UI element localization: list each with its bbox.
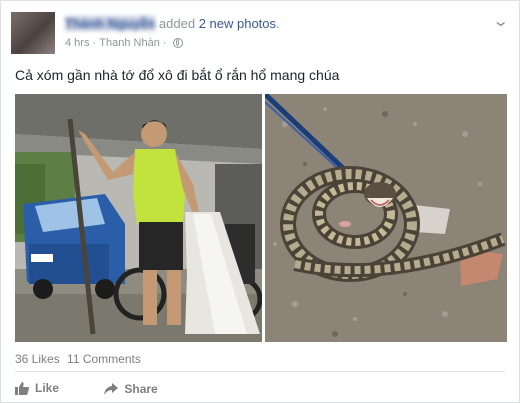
comments-count[interactable]: 11 Comments xyxy=(67,352,141,366)
author-avatar[interactable] xyxy=(11,12,55,54)
post-card: Thành Nguyễn added 2 new photos. 4 hrs ·… xyxy=(0,0,520,403)
photo-man-with-snake-sack[interactable] xyxy=(15,94,262,342)
post-action-text: added 2 new photos. xyxy=(159,16,280,31)
photo-coiled-cobra[interactable] xyxy=(265,94,507,342)
author-name[interactable]: Thành Nguyễn xyxy=(65,16,156,31)
globe-icon[interactable] xyxy=(172,38,183,49)
meta-separator: · xyxy=(162,37,167,50)
share-arrow-icon xyxy=(104,382,119,395)
post-actions: Like Share xyxy=(15,381,200,398)
new-photos-link[interactable]: 2 new photos xyxy=(199,16,276,31)
like-label: Like xyxy=(35,381,60,395)
meta-separator: · xyxy=(92,37,97,50)
post-timestamp[interactable]: 4 hrs xyxy=(65,37,89,49)
post-caption: Cả xóm gần nhà tớ đổ xô đi bắt ổ rắn hổ … xyxy=(15,67,340,83)
thumbs-up-icon xyxy=(15,381,29,395)
reaction-counts: 36 Likes 11 Comments xyxy=(15,352,145,366)
actions-divider xyxy=(15,371,505,372)
likes-count[interactable]: 36 Likes xyxy=(15,352,60,366)
post-meta: 4 hrs · Thanh Nhàn · xyxy=(65,37,183,49)
share-label: Share xyxy=(124,381,158,396)
photo-cobra-illustration xyxy=(265,94,507,342)
share-button[interactable]: Share xyxy=(104,381,158,396)
photo-man-illustration xyxy=(15,94,262,342)
post-header: Thành Nguyễn added 2 new photos. xyxy=(65,16,280,31)
action-prefix: added xyxy=(158,16,196,31)
action-suffix: . xyxy=(276,16,280,31)
post-location[interactable]: Thanh Nhàn xyxy=(99,37,160,49)
like-button[interactable]: Like xyxy=(15,381,59,395)
chevron-down-icon[interactable]: ⌄ xyxy=(492,11,509,31)
